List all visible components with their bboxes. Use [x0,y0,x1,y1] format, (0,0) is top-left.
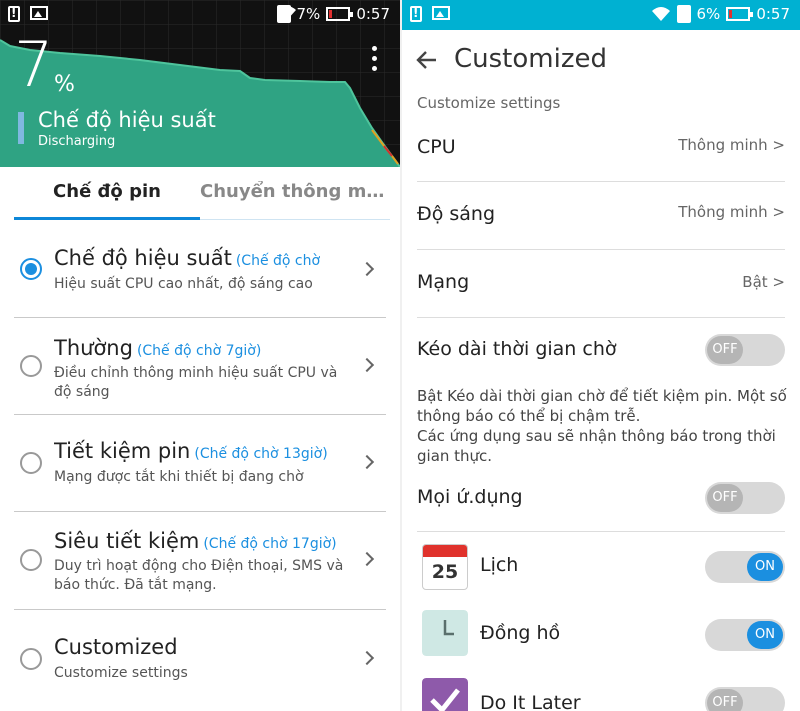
setting-row-all-apps[interactable]: Mọi ứ.dụng OFF [417,466,785,532]
setting-label: Kéo dài thời gian chờ [417,338,617,360]
battery-header: 7% 0:57 7 % Chế độ hiệu suất Discharging [0,0,400,167]
mode-list: Chế độ hiệu suất (Chế độ chờ Hiệu suất CP… [14,222,386,710]
app-row-do-it-later[interactable]: Do It Later OFF [417,670,785,711]
toggle-knob: OFF [707,336,743,364]
toggle-knob: OFF [707,689,743,711]
screen: 7% 0:57 7 % Chế độ hiệu suất Discharging… [0,0,800,711]
setting-value: Bật > [742,273,785,291]
power-saver-pane: 7% 0:57 7 % Chế độ hiệu suất Discharging… [0,0,400,711]
chevron-right-icon [359,454,375,470]
setting-value: Thông minh > [678,136,785,154]
image-icon [432,6,450,20]
mode-title: Chế độ hiệu suất [54,246,232,270]
radio-icon[interactable] [20,549,42,571]
chevron-right-icon [359,551,375,567]
setting-row-extend-standby[interactable]: Kéo dài thời gian chờ OFF [417,318,785,384]
setting-value: Thông minh > [678,203,785,221]
mode-standby: (Chế độ chờ 17giờ) [203,536,337,552]
active-tab-indicator [14,217,200,220]
page-title: Customized [454,44,607,74]
sd-card-icon [676,5,691,23]
clock-toggle[interactable]: ON [705,619,785,651]
app-row-clock[interactable]: Đồng hồ ON [417,602,785,668]
mode-desc: Mạng được tắt khi thiết bị đang chờ [54,469,304,485]
image-icon [30,6,48,20]
setting-label: Độ sáng [417,203,496,225]
setting-label: CPU [417,136,456,158]
setting-row-network[interactable]: Mạng Bật > [417,250,785,318]
mode-title: Tiết kiệm pin [54,439,191,463]
mode-item-battery-saver[interactable]: Tiết kiệm pin (Chế độ chờ 13giờ) Mạng đượ… [14,415,386,512]
customized-pane: 6% 0:57 Customized Customize settings CP… [402,0,800,711]
calendar-day: 25 [431,561,459,583]
calendar-toggle[interactable]: ON [705,551,785,583]
mode-standby: (Chế độ chờ [235,253,321,269]
charging-state: Discharging [38,134,116,149]
setting-row-brightness[interactable]: Độ sáng Thông minh > [417,182,785,250]
tab-smart-switch[interactable]: Chuyển thông minh [200,181,386,202]
battery-percent: 7 [14,28,54,101]
alert-icon [410,6,422,22]
mode-desc: Duy trì hoạt động cho Điện thoại, SMS và… [54,558,344,593]
app-name: Do It Later [480,692,581,711]
mode-desc: Điều chỉnh thông minh hiệu suất CPU và đ… [54,365,338,400]
radio-icon[interactable] [20,355,42,377]
mode-title: Thường [54,336,133,360]
toggle-knob: ON [747,553,783,581]
all-apps-toggle[interactable]: OFF [705,482,785,514]
more-options-icon[interactable] [372,46,378,72]
clock-icon [422,610,468,656]
mode-title: Customized [54,635,178,659]
sd-card-icon [276,5,291,23]
tab-battery-mode[interactable]: Chế độ pin [14,181,200,202]
app-bar: Customized [402,30,800,90]
radio-icon[interactable] [20,452,42,474]
back-arrow-icon[interactable] [416,49,438,71]
app-row-calendar[interactable]: 25 Lịch ON [417,534,785,600]
status-bar: 7% 0:57 [0,0,400,30]
radio-icon[interactable] [20,648,42,670]
battery-icon [326,7,354,21]
setting-label: Mọi ứ.dụng [417,486,523,508]
clock-text: 0:57 [356,5,390,23]
current-mode-name: Chế độ hiệu suất [38,108,216,132]
setting-row-cpu[interactable]: CPU Thông minh > [417,116,785,182]
app-name: Đồng hồ [480,622,561,644]
app-name: Lịch [480,554,519,576]
check-icon [422,678,468,711]
chevron-right-icon [359,650,375,666]
mode-title: Siêu tiết kiệm [54,529,200,553]
standby-note: Bật Kéo dài thời gian chờ để tiết kiệm p… [417,387,787,465]
status-bar: 6% 0:57 [402,0,800,30]
mode-item-customized[interactable]: Customized Customize settings [14,610,386,710]
do-it-later-toggle[interactable]: OFF [705,687,785,711]
tab-bar: Chế độ pin Chuyển thông minh [0,167,400,221]
alert-icon [8,6,20,22]
mode-item-super-saver[interactable]: Siêu tiết kiệm (Chế độ chờ 17giờ) Duy trì… [14,512,386,610]
mode-item-normal[interactable]: Thường (Chế độ chờ 7giờ) Điều chỉnh thông… [14,318,386,415]
mode-item-performance[interactable]: Chế độ hiệu suất (Chế độ chờ Hiệu suất CP… [14,222,386,318]
chevron-right-icon [359,261,375,277]
mode-desc: Hiệu suất CPU cao nhất, độ sáng cao [54,276,313,292]
battery-icon [726,7,754,21]
calendar-icon: 25 [422,544,468,590]
percent-sign: % [54,72,75,97]
mode-standby: (Chế độ chờ 13giờ) [194,446,328,462]
setting-label: Mạng [417,271,470,293]
radio-selected-icon[interactable] [20,258,42,280]
mode-standby: (Chế độ chờ 7giờ) [136,343,262,359]
wifi-icon [651,7,670,21]
current-mode-indicator [18,112,24,144]
extend-standby-toggle[interactable]: OFF [705,334,785,366]
toggle-knob: OFF [707,484,743,512]
battery-percent-text: 6% [696,5,721,23]
mode-desc: Customize settings [54,665,188,681]
clock-text: 0:57 [756,5,790,23]
chevron-right-icon [359,357,375,373]
toggle-knob: ON [747,621,783,649]
battery-percent-text: 7% [296,5,321,23]
section-header: Customize settings [417,94,561,112]
